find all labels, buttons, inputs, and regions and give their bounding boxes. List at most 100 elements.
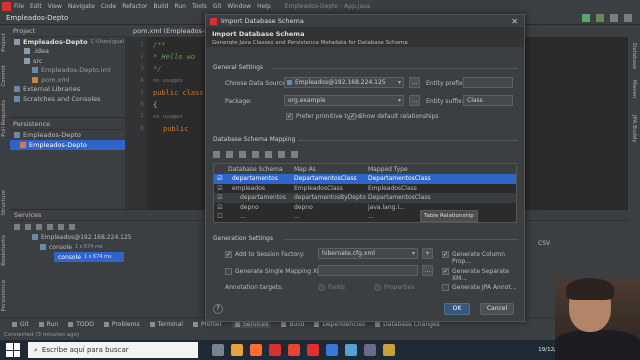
cell-map-as[interactable]: DepartamentosClass [294,175,368,182]
menu-git[interactable]: Git [213,3,222,10]
browse-data-source-button[interactable]: … [409,77,420,88]
task-view-icon[interactable] [212,344,224,356]
menu-view[interactable]: View [48,3,62,10]
ok-button[interactable]: OK [444,303,470,315]
remove-icon[interactable] [239,151,246,158]
edit-icon[interactable] [226,151,233,158]
git-update-icon[interactable] [610,14,618,22]
gen-jpa-checkbox[interactable] [442,284,449,291]
firefox-icon[interactable] [250,344,262,356]
row-checkbox[interactable]: ☑ [214,204,226,211]
expand-all-icon[interactable] [25,223,31,230]
tab-todo[interactable]: TODO [68,321,94,328]
persistence-item[interactable]: Empleados-Depto [10,130,125,140]
settings-icon[interactable] [291,151,298,158]
menu-code[interactable]: Code [101,3,116,10]
properties-radio[interactable] [374,284,381,291]
menu-window[interactable]: Window [227,3,251,10]
prefer-primitive-checkbox[interactable]: ✓ [286,113,293,120]
mapping-row[interactable]: ☑ departamentos DepartamentosClass Depar… [214,174,516,184]
stripe-project[interactable]: Project [1,33,7,52]
entity-prefix-input[interactable] [463,77,513,88]
single-mapping-input[interactable] [318,265,418,276]
tree-item-scratches[interactable]: Scratches and Consoles [10,94,125,104]
stripe-structure[interactable]: Structure [1,190,7,216]
add-icon[interactable] [213,151,220,158]
menu-navigate[interactable]: Navigate [68,3,95,10]
show-relationships-checkbox[interactable]: ✓ [349,113,356,120]
collapse-all-icon[interactable] [36,223,42,230]
add-session-checkbox[interactable]: ✓ [225,251,232,258]
run-icon[interactable] [582,14,590,22]
tree-item-project-root[interactable]: Empleados-Depto C:\Users\gual [10,37,125,47]
project-panel-title[interactable]: Project [13,27,35,35]
stripe-bookmarks[interactable]: Bookmarks [1,235,7,266]
cell-map-as[interactable]: ... [294,213,368,220]
mapping-row[interactable]: ☑ departamentos departamentosByDepto Dep… [214,193,516,203]
cell-map-as[interactable]: EmpleadosClass [294,185,368,192]
menu-tools[interactable]: Tools [192,3,207,10]
breadcrumb[interactable]: Empleados-Depto [6,14,68,22]
tree-item-pom[interactable]: pom.xml [10,75,125,85]
cell-map-as[interactable]: departamentosByDepto [294,194,368,201]
tree-item-idea[interactable]: .idea [10,47,125,57]
stripe-jpa-buddy[interactable]: JPA Buddy [631,115,637,143]
tab-terminal[interactable]: Terminal [149,321,183,328]
expand-icon[interactable] [265,151,272,158]
package-dropdown[interactable]: org.example [284,95,404,106]
menu-help[interactable]: Help [257,3,271,10]
cell-map-as[interactable]: depno [294,204,368,211]
taskbar-search-input[interactable]: ⌕ Escribe aquí para buscar [28,342,198,358]
session-factory-dropdown[interactable]: hibernate.cfg.xml [318,248,418,259]
tree-item-external-libraries[interactable]: External Libraries [10,85,125,95]
persistence-panel-title[interactable]: Persistence [13,120,50,128]
row-checkbox[interactable]: ☑ [214,175,226,182]
stripe-database[interactable]: Database [631,43,637,69]
mapping-row[interactable]: ☑ empleados EmpleadosClass EmpleadosClas… [214,184,516,194]
menu-file[interactable]: File [14,3,24,10]
row-checkbox[interactable]: ☐ [214,213,226,220]
group-by-icon[interactable] [47,223,53,230]
code-area[interactable]: /** * Hello wo */ no usages public class… [153,39,204,135]
output-format-dropdown[interactable]: CSV [538,240,550,247]
column-header-map-as[interactable]: Map As [294,166,368,173]
row-checkbox[interactable]: ☑ [214,194,226,201]
acrobat-icon[interactable] [307,344,319,356]
help-button[interactable]: ? [213,304,223,314]
cancel-button[interactable]: Cancel [480,303,514,315]
word-icon[interactable] [326,344,338,356]
browse-mapping-button[interactable]: … [422,265,433,276]
app-icon[interactable] [364,344,376,356]
tab-problems[interactable]: Problems [103,321,140,328]
menu-refactor[interactable]: Refactor [122,3,147,10]
chrome-icon[interactable] [288,344,300,356]
stripe-persistence[interactable]: Persistence [1,280,7,311]
menu-run[interactable]: Run [174,3,186,10]
intellij-taskbar-icon[interactable] [269,344,281,356]
column-header-schema[interactable]: Database Schema [226,166,294,173]
tree-item-iml[interactable]: Empleados-Depto.iml [10,66,125,76]
entity-suffix-input[interactable]: Class [463,95,513,106]
row-checkbox[interactable]: ☑ [214,185,226,192]
windows-start-icon[interactable] [6,343,20,357]
tab-git[interactable]: Git [12,321,29,328]
single-mapping-checkbox[interactable] [225,268,232,275]
browse-package-button[interactable]: … [409,95,420,106]
app-icon[interactable] [345,344,357,356]
filter-icon[interactable] [58,223,64,230]
refresh-icon[interactable] [14,223,20,230]
tree-item-src[interactable]: src [10,56,125,66]
menu-edit[interactable]: Edit [30,3,42,10]
gen-separate-checkbox[interactable]: ✓ [442,268,449,275]
dialog-titlebar[interactable]: Import Database Schema ✕ [206,15,524,27]
search-icon[interactable] [624,14,632,22]
stripe-commit[interactable]: Commit [1,65,7,87]
stripe-pull-requests[interactable]: Pull Requests [1,100,7,137]
refresh-icon[interactable] [252,151,259,158]
debug-icon[interactable] [596,14,604,22]
data-source-dropdown[interactable]: Empleados@192.168.224.125 [284,77,404,88]
add-service-icon[interactable] [69,223,75,230]
close-icon[interactable]: ✕ [511,17,518,26]
file-explorer-icon[interactable] [231,344,243,356]
gen-column-checkbox[interactable]: ✓ [442,251,449,258]
